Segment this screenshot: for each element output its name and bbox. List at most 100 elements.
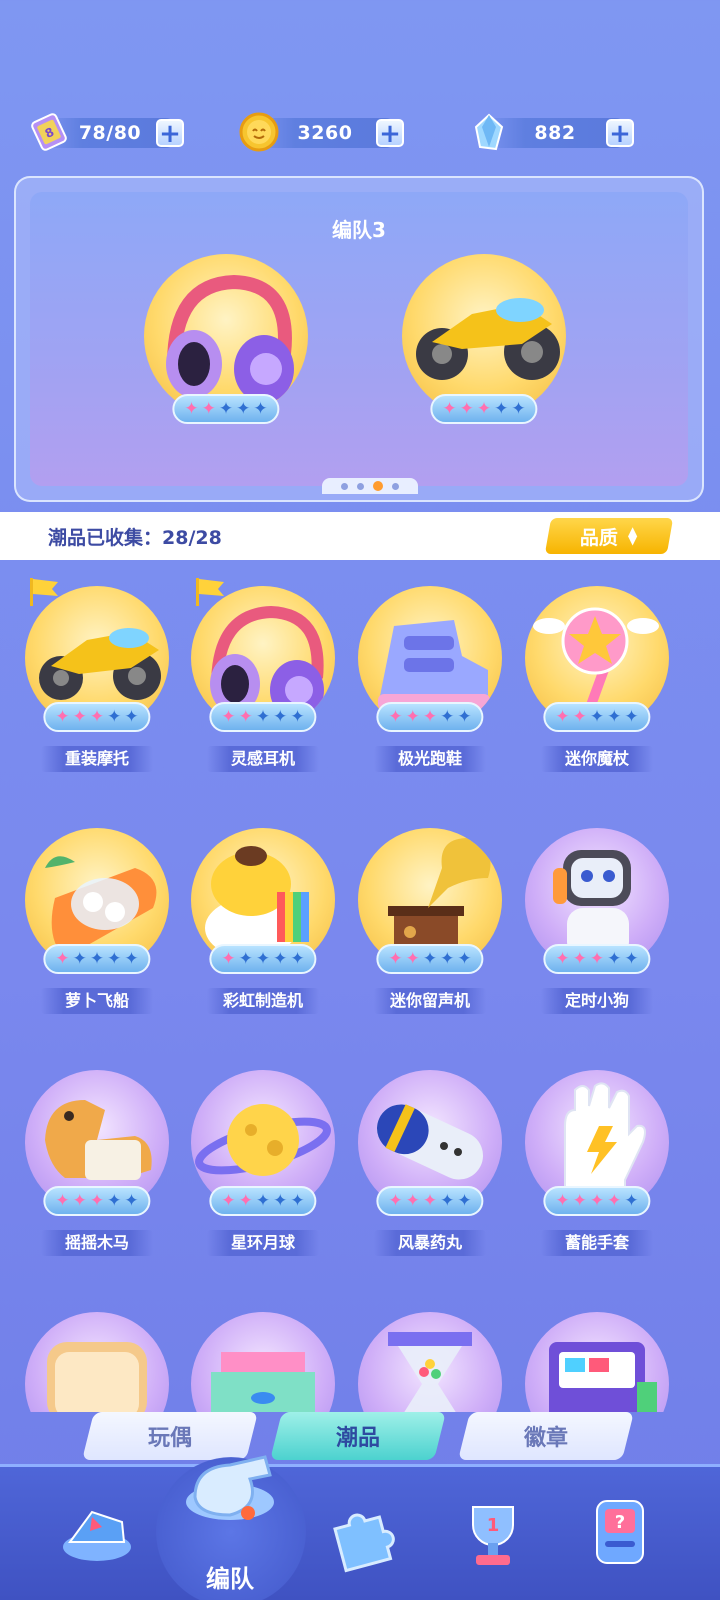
star-filled-icon: ✦ — [388, 1190, 403, 1211]
crystal-icon — [474, 113, 504, 151]
collection-item[interactable]: ✦ ✦ ✦ ✦ ✦ 摇摇木马 — [22, 1056, 172, 1276]
hourglass-icon — [388, 1332, 472, 1412]
star-empty-icon: ✦ — [290, 1190, 305, 1211]
collection-item[interactable]: ✦ ✦ ✦ ✦ ✦ 蓄能手套 — [522, 1056, 672, 1276]
item-name: 灵感耳机 — [207, 746, 319, 772]
tab-label: 潮品 — [335, 1426, 380, 1451]
collection-item[interactable] — [22, 1298, 172, 1412]
collection-item[interactable] — [355, 1298, 505, 1412]
collection-grid: ✦ ✦ ✦ ✦ ✦ 重装摩托 ✦ ✦ ✦ ✦ ✦ 灵感耳机 ✦ ✦ ✦ ✦ ✦ 极光跑鞋 ✦ ✦ ✦ ✦ ✦ 迷你魔杖 ✦ ✦ ✦ ✦… — [0, 572, 720, 1412]
team-title: 编队3 — [332, 218, 386, 242]
nav-shoe-button[interactable] — [52, 1487, 142, 1577]
star-empty-icon: ✦ — [124, 1190, 139, 1211]
whistle-icon — [186, 1455, 274, 1520]
page-dot[interactable] — [357, 482, 364, 490]
coin-value: 3260 — [297, 122, 353, 144]
collection-item[interactable]: ✦ ✦ ✦ ✦ ✦ 星环月球 — [188, 1056, 338, 1276]
nav-trophy-button[interactable]: 1 — [448, 1487, 538, 1577]
tab-badges[interactable]: 徽章 — [458, 1412, 634, 1460]
star-empty-icon: ✦ — [107, 706, 122, 727]
collection-item[interactable]: ✦ ✦ ✦ ✦ ✦ 彩虹制造机 — [188, 814, 338, 1034]
add-ticket-button[interactable]: + — [156, 119, 184, 147]
collection-item[interactable]: ✦ ✦ ✦ ✦ ✦ 萝卜飞船 — [22, 814, 172, 1034]
star-filled-icon: ✦ — [476, 398, 492, 419]
star-empty-icon: ✦ — [255, 1190, 271, 1211]
item-name: 摇摇木马 — [41, 1230, 153, 1256]
star-empty-icon: ✦ — [255, 706, 271, 727]
star-filled-icon: ✦ — [221, 706, 236, 727]
star-filled-icon: ✦ — [388, 948, 403, 969]
collection-item[interactable]: ✦ ✦ ✦ ✦ ✦ 灵感耳机 — [188, 572, 338, 792]
item-stars: ✦ ✦ ✦ ✦ ✦ — [543, 944, 651, 974]
trophy-icon: 1 — [472, 1506, 514, 1565]
nav-team-label: 编队 — [206, 1565, 254, 1593]
quality-sort-button[interactable]: 品质 ▲ ▼ — [544, 518, 674, 554]
star-empty-icon: ✦ — [124, 948, 139, 969]
nav-team-button[interactable] — [170, 1427, 290, 1547]
nav-puzzle-button[interactable] — [318, 1487, 408, 1577]
star-empty-icon: ✦ — [422, 948, 438, 969]
ticket-counter: 8 78/80 + — [31, 113, 184, 151]
star-filled-icon: ✦ — [89, 706, 105, 727]
item-name: 蓄能手套 — [541, 1230, 653, 1256]
star-filled-icon: ✦ — [238, 1190, 253, 1211]
star-empty-icon: ✦ — [253, 398, 268, 419]
ticket-icon: 8 — [31, 113, 67, 151]
star-empty-icon: ✦ — [290, 948, 305, 969]
team-slot-1[interactable]: ✦ ✦ ✦ ✦ ✦ — [144, 254, 308, 434]
team-panel[interactable]: 编队3 ✦ ✦ ✦ ✦ ✦ ✦ ✦ ✦ ✦ ✦ — [14, 176, 704, 502]
item-stars: ✦ ✦ ✦ ✦ ✦ — [543, 702, 651, 732]
star-filled-icon: ✦ — [422, 706, 438, 727]
item-art — [525, 1312, 669, 1412]
collection-item[interactable]: ✦ ✦ ✦ ✦ ✦ 迷你留声机 — [355, 814, 505, 1034]
star-filled-icon: ✦ — [555, 948, 570, 969]
tab-label: 徽章 — [523, 1426, 568, 1451]
tab-trendy[interactable]: 潮品 — [270, 1412, 446, 1460]
star-empty-icon: ✦ — [255, 948, 271, 969]
item-art — [191, 1312, 335, 1412]
star-filled-icon: ✦ — [589, 948, 605, 969]
item-stars: ✦ ✦ ✦ ✦ ✦ — [43, 944, 151, 974]
collection-item[interactable]: ✦ ✦ ✦ ✦ ✦ 重装摩托 — [22, 572, 172, 792]
star-filled-icon: ✦ — [442, 398, 457, 419]
page-dot[interactable] — [392, 482, 399, 490]
star-empty-icon: ✦ — [89, 948, 105, 969]
page-dot[interactable] — [341, 482, 348, 490]
star-filled-icon: ✦ — [572, 706, 587, 727]
star-empty-icon: ✦ — [218, 398, 234, 419]
item-name: 萝卜飞船 — [41, 988, 153, 1014]
star-filled-icon: ✦ — [589, 1190, 605, 1211]
toast-icon — [47, 1342, 147, 1412]
ticket-value: 78/80 — [78, 122, 142, 144]
star-empty-icon: ✦ — [607, 706, 622, 727]
collection-item[interactable]: ✦ ✦ ✦ ✦ ✦ 定时小狗 — [522, 814, 672, 1034]
star-empty-icon: ✦ — [589, 706, 605, 727]
coin-icon — [239, 112, 279, 152]
star-filled-icon: ✦ — [422, 1190, 438, 1211]
team-slot-1-stars: ✦ ✦ ✦ ✦ ✦ — [172, 394, 280, 424]
star-empty-icon: ✦ — [624, 706, 639, 727]
svg-text:?: ? — [615, 1512, 625, 1533]
coin-counter: 3260 + — [239, 112, 404, 152]
star-filled-icon: ✦ — [459, 398, 474, 419]
team-slot-2[interactable]: ✦ ✦ ✦ ✦ ✦ — [402, 254, 566, 434]
star-empty-icon: ✦ — [107, 948, 122, 969]
star-filled-icon: ✦ — [572, 1190, 587, 1211]
add-coin-button[interactable]: + — [376, 119, 404, 147]
page-dot-active[interactable] — [373, 481, 383, 491]
add-gem-button[interactable]: + — [606, 119, 634, 147]
category-tabs: 玩偶 潮品 徽章 — [0, 1412, 720, 1464]
item-stars: ✦ ✦ ✦ ✦ ✦ — [543, 1186, 651, 1216]
star-filled-icon: ✦ — [607, 1190, 622, 1211]
collection-item[interactable] — [188, 1298, 338, 1412]
item-name: 重装摩托 — [41, 746, 153, 772]
nav-mystery-button[interactable]: ? — [575, 1487, 665, 1577]
collection-item[interactable]: ✦ ✦ ✦ ✦ ✦ 迷你魔杖 — [522, 572, 672, 792]
star-empty-icon: ✦ — [72, 948, 87, 969]
star-empty-icon: ✦ — [624, 1190, 639, 1211]
flag-icon — [196, 578, 224, 606]
collection-item[interactable]: ✦ ✦ ✦ ✦ ✦ 风暴药丸 — [355, 1056, 505, 1276]
collection-item[interactable]: ✦ ✦ ✦ ✦ ✦ 极光跑鞋 — [355, 572, 505, 792]
collection-item[interactable] — [522, 1298, 672, 1412]
item-name: 星环月球 — [207, 1230, 319, 1256]
